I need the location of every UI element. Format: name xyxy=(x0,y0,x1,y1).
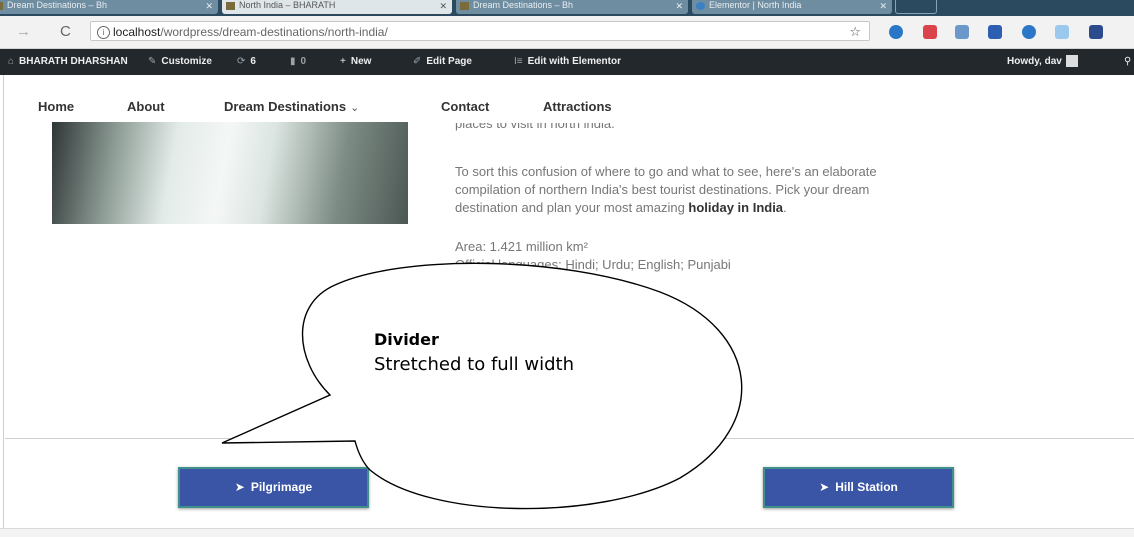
nav-dream-destinations-label: Dream Destinations xyxy=(224,99,347,114)
updates-count: 6 xyxy=(250,56,256,67)
extension-icon[interactable] xyxy=(1089,25,1103,39)
forward-arrow-icon[interactable]: → xyxy=(16,23,31,40)
comments-count: 0 xyxy=(300,56,307,67)
callout-title: Divider xyxy=(374,330,439,349)
extension-icon[interactable] xyxy=(988,25,1002,39)
extension-icon[interactable] xyxy=(889,25,903,39)
browser-tab-active[interactable]: North India – BHARATH ✕ xyxy=(222,0,452,14)
extension-icon[interactable] xyxy=(955,25,969,39)
favicon-icon xyxy=(460,1,469,10)
paragraph-text: destination and plan your most amazing xyxy=(455,200,689,215)
browser-tab-label: Dream Destinations – Bh xyxy=(7,0,108,10)
edit-with-elementor-link[interactable]: I≡ Edit with Elementor xyxy=(514,49,621,75)
hill-station-button[interactable]: ➤ Hill Station xyxy=(763,467,954,508)
brush-icon: ✎ xyxy=(148,56,157,67)
waterfall-image xyxy=(52,122,408,224)
paragraph-line: compilation of northern India's best tou… xyxy=(455,182,870,197)
extension-icon[interactable] xyxy=(1055,25,1069,39)
close-icon[interactable]: ✕ xyxy=(439,1,447,11)
site-name-label: BHARATH DHARSHAN xyxy=(19,56,128,67)
divider xyxy=(5,438,1134,439)
my-account-link[interactable]: Howdy, dav xyxy=(1007,49,1078,75)
intro-text: places to visit in north india. xyxy=(455,123,615,131)
url-host: localhost xyxy=(113,25,161,39)
new-label: New xyxy=(350,56,372,67)
favicon-icon xyxy=(226,1,235,10)
close-icon[interactable]: ✕ xyxy=(205,1,213,11)
holiday-in-india-link[interactable]: holiday in India xyxy=(688,200,783,215)
updates-link[interactable]: ⟳ 6 xyxy=(237,49,256,75)
new-tab-button[interactable] xyxy=(895,0,937,14)
nav-contact[interactable]: Contact xyxy=(441,99,489,114)
browser-tab-label: North India – BHARATH xyxy=(239,0,336,10)
paragraph-line: To sort this confusion of where to go an… xyxy=(455,164,877,179)
site-navigation: Home About Dream Destinations ⌄ Contact A… xyxy=(0,75,1134,125)
extension-icon[interactable] xyxy=(923,25,937,39)
browser-tab-label: Elementor | North India xyxy=(709,0,802,10)
edit-elementor-label: Edit with Elementor xyxy=(527,56,621,67)
intro-text-tail: places to visit in north india. xyxy=(455,123,615,132)
plus-icon: + xyxy=(340,56,346,67)
nav-home[interactable]: Home xyxy=(38,99,74,114)
chevron-down-icon: ⌄ xyxy=(350,102,360,114)
paper-plane-icon: ➤ xyxy=(819,480,830,494)
pencil-icon: ✐ xyxy=(413,56,422,67)
languages-text: Official languages: Hindi; Urdu; English… xyxy=(455,257,731,272)
bookmark-star-icon[interactable]: ☆ xyxy=(849,22,861,40)
url-path: /wordpress/dream-destinations/north-indi… xyxy=(160,25,388,39)
area-text: Area: 1.421 million km² xyxy=(455,239,588,254)
description-paragraph: To sort this confusion of where to go an… xyxy=(455,163,877,217)
nav-about[interactable]: About xyxy=(127,99,165,114)
browser-tab[interactable]: Dream Destinations – Bh ✕ xyxy=(456,0,688,14)
browser-tab[interactable]: Dream Destinations – Bh ✕ xyxy=(0,0,218,14)
wp-admin-bar: ⌂ BHARATH DHARSHAN ✎ Customize ⟳ 6 ▮ 0 + New … xyxy=(0,49,1134,75)
new-content-link[interactable]: + New xyxy=(340,49,371,75)
edit-page-link[interactable]: ✐ Edit Page xyxy=(413,49,472,75)
elementor-icon: I≡ xyxy=(514,56,523,67)
reload-icon[interactable]: C xyxy=(60,23,71,40)
elementor-favicon-icon xyxy=(696,1,705,10)
close-icon[interactable]: ✕ xyxy=(675,1,683,11)
browser-tab-label: Dream Destinations – Bh xyxy=(473,0,574,10)
callout-text: Divider Stretched to full width xyxy=(374,328,574,378)
browser-tab-strip: Dream Destinations – Bh ✕ North India – … xyxy=(0,0,1134,16)
pilgrimage-button[interactable]: ➤ Pilgrimage xyxy=(178,467,369,508)
search-icon[interactable]: ⚲ xyxy=(1124,49,1131,75)
avatar xyxy=(1065,55,1078,68)
howdy-label: Howdy, dav xyxy=(1007,56,1062,67)
paragraph-line: destination and plan your most amazing h… xyxy=(455,199,877,217)
paper-plane-icon: ➤ xyxy=(234,480,245,494)
comment-icon: ▮ xyxy=(290,56,296,67)
customize-label: Customize xyxy=(161,56,212,67)
url-input[interactable]: i localhost/wordpress/dream-destinations/… xyxy=(90,21,870,41)
customize-link[interactable]: ✎ Customize xyxy=(148,49,212,75)
info-icon[interactable]: i xyxy=(97,26,110,40)
browser-tab[interactable]: Elementor | North India ✕ xyxy=(692,0,892,14)
hill-station-button-label: Hill Station xyxy=(835,480,898,494)
content-left-border xyxy=(3,75,4,536)
site-name-link[interactable]: ⌂ BHARATH DHARSHAN xyxy=(8,49,128,75)
nav-dream-destinations[interactable]: Dream Destinations ⌄ xyxy=(224,99,359,114)
comments-link[interactable]: ▮ 0 xyxy=(290,49,306,75)
address-bar: → C i localhost/wordpress/dream-destinati… xyxy=(0,16,1134,49)
extension-icon[interactable] xyxy=(1022,25,1036,39)
nav-attractions[interactable]: Attractions xyxy=(543,99,612,114)
callout-subtitle: Stretched to full width xyxy=(374,354,575,375)
home-icon: ⌂ xyxy=(8,56,15,67)
paragraph-text: . xyxy=(783,200,787,215)
favicon-icon xyxy=(0,1,3,10)
pilgrimage-button-label: Pilgrimage xyxy=(250,480,313,494)
close-icon[interactable]: ✕ xyxy=(879,1,887,11)
edit-page-label: Edit Page xyxy=(426,56,472,67)
refresh-icon: ⟳ xyxy=(237,56,246,67)
